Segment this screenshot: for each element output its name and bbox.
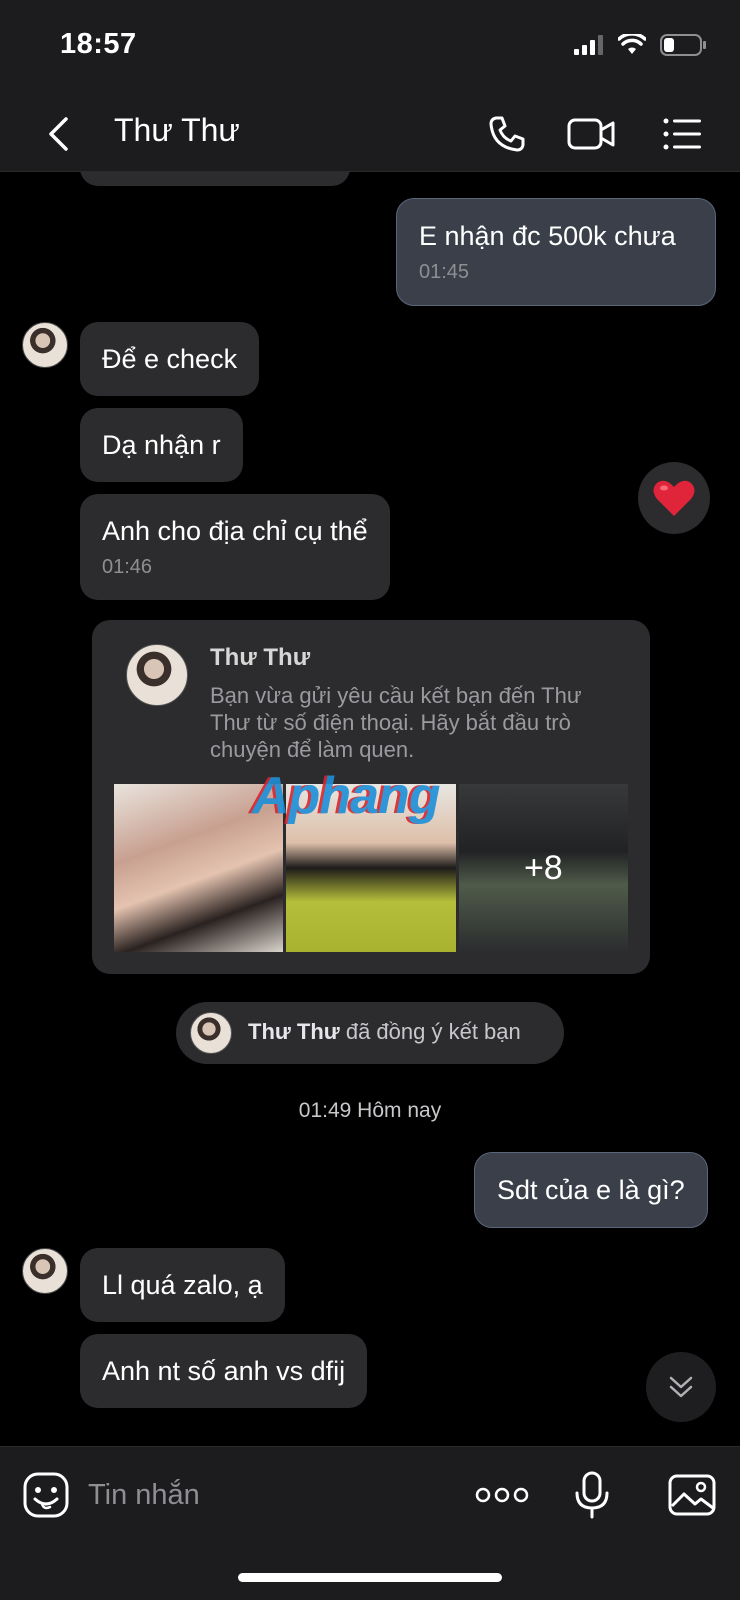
message-text: Ll quá zalo, ạ <box>102 1270 263 1300</box>
image-icon <box>668 1474 716 1516</box>
message-text: Để e check <box>102 344 238 374</box>
chat-title: Thư Thư <box>114 112 240 148</box>
sticker-button[interactable] <box>20 1469 72 1521</box>
phone-icon <box>489 116 525 152</box>
back-button[interactable] <box>38 112 78 156</box>
signal-icon <box>574 35 603 55</box>
message-bubble-incoming[interactable]: Ll quá zalo, ạ <box>80 1248 285 1322</box>
emoji-icon <box>23 1472 69 1518</box>
double-chevron-down-icon <box>669 1376 693 1398</box>
contact-avatar[interactable] <box>22 322 68 368</box>
menu-button[interactable] <box>658 110 708 158</box>
chevron-left-icon <box>49 117 68 151</box>
message-text: Sdt của e là gì? <box>497 1175 685 1205</box>
message-bubble-incoming[interactable]: Anh nt số anh vs dfij <box>80 1334 368 1408</box>
timestamp-divider: 01:49 Hôm nay <box>298 1099 442 1122</box>
message-bubble-incoming[interactable]: Dạ nhận r <box>80 408 243 482</box>
more-photos-count: +8 <box>458 784 628 952</box>
contact-avatar[interactable] <box>22 1248 68 1294</box>
status-bar: 18:57 <box>0 0 740 96</box>
message-bubble-outgoing[interactable]: E nhận đc 500k chưa 01:45 <box>396 198 716 306</box>
video-call-button[interactable] <box>566 110 616 158</box>
message-text: Anh cho địa chỉ cụ thể <box>102 516 368 546</box>
compose-bar <box>0 1446 740 1600</box>
watermark-logo: Aphang <box>252 767 441 825</box>
message-time: 01:45 <box>419 261 470 283</box>
home-indicator <box>238 1573 502 1582</box>
photo-thumbnail[interactable]: +8 <box>458 784 628 952</box>
heart-icon <box>653 480 695 516</box>
system-avatar <box>190 1012 232 1054</box>
message-bubble-incoming[interactable]: Anh cho địa chỉ cụ thể 01:46 <box>80 494 390 600</box>
message-text: Dạ nhận r <box>102 430 221 460</box>
system-message: đã đồng ý kết bạn <box>339 1019 521 1044</box>
menu-icon <box>663 118 701 150</box>
friend-accepted-notice: Thư Thư đã đồng ý kết bạn <box>176 1002 564 1064</box>
message-input[interactable] <box>88 1471 428 1519</box>
battery-icon <box>660 34 706 56</box>
call-button[interactable] <box>482 110 532 158</box>
message-bubble-outgoing[interactable]: Sdt của e là gì? <box>474 1152 708 1228</box>
voice-button[interactable] <box>566 1469 618 1521</box>
chat-header: Thư Thư <box>0 96 740 172</box>
system-name: Thư Thư <box>248 1019 340 1044</box>
card-name: Thư Thư <box>210 644 311 671</box>
more-icon <box>475 1487 529 1503</box>
microphone-icon <box>575 1471 609 1519</box>
message-bubble-partial[interactable] <box>80 172 350 186</box>
gallery-button[interactable] <box>666 1469 718 1521</box>
message-text: E nhận đc 500k chưa <box>419 221 676 251</box>
system-text: Thư Thư đã đồng ý kết bạn <box>248 1019 521 1045</box>
wifi-icon <box>618 34 646 54</box>
status-icons <box>574 34 706 56</box>
message-list[interactable]: E nhận đc 500k chưa 01:45 Để e check Dạ … <box>0 172 740 1446</box>
reaction-button[interactable] <box>638 462 710 534</box>
status-time: 18:57 <box>60 28 137 60</box>
card-avatar[interactable] <box>126 644 188 706</box>
message-bubble-incoming[interactable]: Để e check <box>80 322 260 396</box>
video-icon <box>567 118 615 150</box>
message-text: Anh nt số anh vs dfij <box>102 1356 346 1386</box>
scroll-to-bottom-button[interactable] <box>646 1352 716 1422</box>
friend-request-card[interactable]: Thư Thư Bạn vừa gửi yêu cầu kết bạn đến … <box>92 620 650 974</box>
card-description: Bạn vừa gửi yêu cầu kết bạn đến Thư Thư … <box>210 683 582 762</box>
message-time: 01:46 <box>102 556 153 578</box>
more-options-button[interactable] <box>474 1469 530 1521</box>
